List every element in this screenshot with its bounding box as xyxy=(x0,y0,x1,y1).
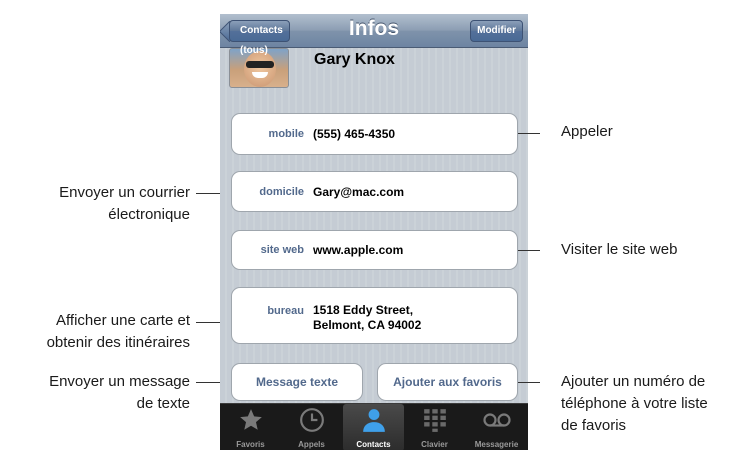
back-button[interactable]: Contacts (tous) xyxy=(229,20,290,56)
callout-email-line1: Envoyer un courrier xyxy=(59,184,190,201)
add-favorites-button[interactable]: Ajouter aux favoris xyxy=(377,363,518,401)
callout-email-line2: électronique xyxy=(108,206,190,223)
leader-line xyxy=(518,382,540,383)
tab-contacts[interactable]: Contacts xyxy=(343,404,404,450)
tab-messagerie[interactable]: Messagerie xyxy=(466,404,527,450)
tab-label: Messagerie xyxy=(474,440,519,449)
keypad-icon xyxy=(404,407,465,435)
phone-screen: Contacts (tous) Infos Modifier Gary Knox… xyxy=(220,14,528,450)
voicemail-icon xyxy=(466,407,527,435)
edit-button[interactable]: Modifier xyxy=(470,20,523,42)
tab-label: Appels xyxy=(298,440,325,449)
callout-map: Afficher une carte et obtenir des itinér… xyxy=(0,310,190,354)
field-label: mobile xyxy=(268,128,304,140)
leader-line xyxy=(196,322,220,323)
address-line-2: Belmont, CA 94002 xyxy=(313,318,422,332)
field-value: www.apple.com xyxy=(313,243,404,257)
callout-sms-line2: de texte xyxy=(136,395,190,412)
field-label: domicile xyxy=(259,186,304,198)
navigation-bar: Contacts (tous) Infos Modifier xyxy=(220,14,528,56)
callout-map-line2: obtenir des itinéraires xyxy=(46,334,190,351)
field-label: site web xyxy=(260,244,304,256)
field-label: bureau xyxy=(267,305,304,317)
callout-favorites-line3: de favoris xyxy=(561,417,627,434)
tab-label: Contacts xyxy=(356,440,391,449)
leader-line xyxy=(196,382,220,383)
field-email[interactable]: domicile Gary@mac.com xyxy=(231,171,518,212)
callout-website: Visiter le site web xyxy=(561,241,678,258)
callout-favorites-line1: Ajouter un numéro de xyxy=(561,373,706,390)
field-value: (555) 465-4350 xyxy=(313,127,396,141)
leader-line xyxy=(196,193,220,194)
callout-map-line1: Afficher une carte et xyxy=(56,312,190,329)
text-message-button[interactable]: Message texte xyxy=(231,363,363,401)
field-website[interactable]: site web www.apple.com xyxy=(231,230,518,270)
tab-clavier[interactable]: Clavier xyxy=(404,404,465,450)
tab-label: Clavier xyxy=(421,440,448,449)
callout-email: Envoyer un courrier électronique xyxy=(0,182,190,226)
leader-line xyxy=(518,250,540,251)
callout-sms-line1: Envoyer un message xyxy=(49,373,190,390)
callout-favorites: Ajouter un numéro de téléphone à votre l… xyxy=(561,371,708,437)
clock-icon xyxy=(281,407,342,435)
tab-appels[interactable]: Appels xyxy=(281,404,342,450)
address-line-1: 1518 Eddy Street, xyxy=(313,303,414,317)
tab-favoris[interactable]: Favoris xyxy=(220,404,281,450)
tab-label: Favoris xyxy=(236,440,265,449)
callout-favorites-line2: téléphone à votre liste xyxy=(561,395,708,412)
callout-sms: Envoyer un message de texte xyxy=(0,371,190,415)
person-icon xyxy=(343,407,404,435)
field-mobile[interactable]: mobile (555) 465-4350 xyxy=(231,113,518,155)
field-address[interactable]: bureau 1518 Eddy Street, Belmont, CA 940… xyxy=(231,287,518,344)
contact-name: Gary Knox xyxy=(314,51,395,68)
leader-line xyxy=(518,133,540,134)
star-icon xyxy=(220,407,281,435)
tab-bar: Favoris Appels Contacts Clavier Messager… xyxy=(220,403,528,450)
callout-call: Appeler xyxy=(561,123,613,140)
field-value: Gary@mac.com xyxy=(313,185,405,199)
